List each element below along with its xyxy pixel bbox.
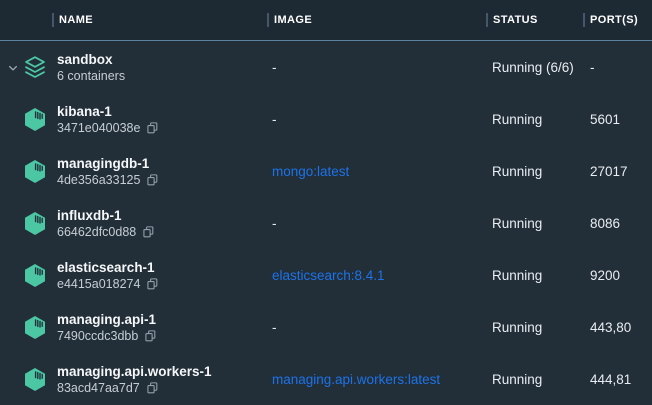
container-image: - xyxy=(267,112,486,127)
table-row[interactable]: elasticsearch-1 e4415a018274 elasticsear… xyxy=(0,249,652,301)
container-name: managingdb-1 xyxy=(57,156,267,171)
column-header-label: NAME xyxy=(59,14,93,26)
container-icon xyxy=(23,367,47,392)
container-id: 83acd47aa7d7 xyxy=(57,381,140,395)
container-icon xyxy=(23,315,47,340)
container-name-cell: managing.api.workers-1 83acd47aa7d7 xyxy=(52,364,267,395)
container-name: sandbox xyxy=(57,52,267,67)
container-subline: 3471e040038e xyxy=(57,121,267,135)
copy-icon[interactable] xyxy=(146,173,159,187)
container-name-cell: elasticsearch-1 e4415a018274 xyxy=(52,260,267,291)
container-ports: 27017 xyxy=(583,164,652,179)
container-name-cell: influxdb-1 66462dfc0d88 xyxy=(52,208,267,239)
container-id: 6 containers xyxy=(57,69,125,83)
container-status: Running xyxy=(486,320,583,335)
containers-table: NAME IMAGE STATUS PORT(S) xyxy=(0,0,652,405)
chevron-down-icon[interactable] xyxy=(7,61,19,73)
table-row[interactable]: managing.api.workers-1 83acd47aa7d7 mana… xyxy=(0,353,652,405)
table-row[interactable]: sandbox 6 containers - Running (6/6) - xyxy=(0,41,652,93)
container-name: influxdb-1 xyxy=(57,208,267,223)
container-name: kibana-1 xyxy=(57,104,267,119)
container-id: 4de356a33125 xyxy=(57,173,140,187)
container-image: mongo:latest xyxy=(267,164,486,179)
container-name-cell: managingdb-1 4de356a33125 xyxy=(52,156,267,187)
column-header-label: IMAGE xyxy=(274,14,312,26)
container-image: - xyxy=(267,320,486,335)
container-icon xyxy=(23,211,47,236)
copy-icon[interactable] xyxy=(146,121,159,135)
row-icon-cell xyxy=(0,93,52,145)
column-divider xyxy=(267,13,269,27)
container-image: elasticsearch:8.4.1 xyxy=(267,268,486,283)
container-name-cell: managing.api-1 7490ccdc3dbb xyxy=(52,312,267,343)
container-status: Running xyxy=(486,268,583,283)
container-image: managing.api.workers:latest xyxy=(267,372,486,387)
row-icon-cell xyxy=(0,41,52,93)
containers-table-body: sandbox 6 containers - Running (6/6) - xyxy=(0,41,652,405)
container-icon xyxy=(23,107,47,132)
row-icon-cell xyxy=(0,249,52,301)
table-row[interactable]: managing.api-1 7490ccdc3dbb - Running 44… xyxy=(0,301,652,353)
stack-icon xyxy=(23,55,47,80)
container-subline: 83acd47aa7d7 xyxy=(57,381,267,395)
container-status: Running xyxy=(486,112,583,127)
container-ports: - xyxy=(583,60,652,75)
container-name: elasticsearch-1 xyxy=(57,260,267,275)
table-row[interactable]: managingdb-1 4de356a33125 mongo:latest R… xyxy=(0,145,652,197)
container-name: managing.api.workers-1 xyxy=(57,364,267,379)
container-name-cell: sandbox 6 containers xyxy=(52,52,267,83)
copy-icon[interactable] xyxy=(146,277,159,291)
column-header-label: STATUS xyxy=(493,14,538,26)
header-spacer xyxy=(0,0,52,40)
copy-icon[interactable] xyxy=(146,381,159,395)
copy-icon[interactable] xyxy=(142,225,155,239)
container-subline: e4415a018274 xyxy=(57,277,267,291)
table-row[interactable]: kibana-1 3471e040038e - Running 5601 xyxy=(0,93,652,145)
container-id: 7490ccdc3dbb xyxy=(57,329,138,343)
row-icon-cell xyxy=(0,301,52,353)
container-subline: 7490ccdc3dbb xyxy=(57,329,267,343)
table-row[interactable]: influxdb-1 66462dfc0d88 - Running 8086 xyxy=(0,197,652,249)
container-ports: 5601 xyxy=(583,112,652,127)
row-icon-cell xyxy=(0,145,52,197)
column-divider xyxy=(52,13,54,27)
container-status: Running xyxy=(486,216,583,231)
column-header-status: STATUS xyxy=(486,0,583,40)
column-divider xyxy=(486,13,488,27)
container-image: - xyxy=(267,216,486,231)
column-header-name: NAME xyxy=(52,0,267,40)
container-name-cell: kibana-1 3471e040038e xyxy=(52,104,267,135)
column-header-label: PORT(S) xyxy=(590,14,638,26)
container-icon xyxy=(23,263,47,288)
container-status: Running (6/6) xyxy=(486,60,583,75)
container-icon xyxy=(23,159,47,184)
column-divider xyxy=(583,13,585,27)
container-status: Running xyxy=(486,372,583,387)
container-id: 66462dfc0d88 xyxy=(57,225,136,239)
container-ports: 444,81 xyxy=(583,372,652,387)
column-header-ports: PORT(S) xyxy=(583,0,652,40)
container-status: Running xyxy=(486,164,583,179)
container-ports: 9200 xyxy=(583,268,652,283)
container-subline: 66462dfc0d88 xyxy=(57,225,267,239)
container-ports: 8086 xyxy=(583,216,652,231)
container-subline: 6 containers xyxy=(57,69,267,83)
copy-icon[interactable] xyxy=(144,329,157,343)
row-icon-cell xyxy=(0,197,52,249)
row-icon-cell xyxy=(0,353,52,405)
table-header: NAME IMAGE STATUS PORT(S) xyxy=(0,0,652,41)
container-name: managing.api-1 xyxy=(57,312,267,327)
container-subline: 4de356a33125 xyxy=(57,173,267,187)
container-image: - xyxy=(267,60,486,75)
container-id: 3471e040038e xyxy=(57,121,140,135)
column-header-image: IMAGE xyxy=(267,0,486,40)
container-ports: 443,80 xyxy=(583,320,652,335)
container-id: e4415a018274 xyxy=(57,277,140,291)
